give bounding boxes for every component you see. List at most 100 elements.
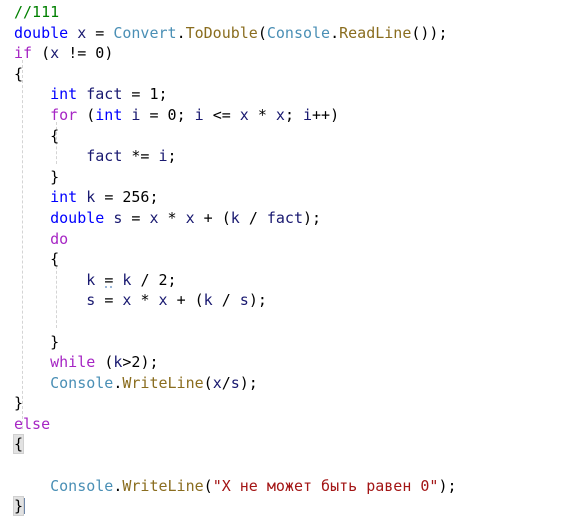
operator-mult-assign: *= [131,147,150,166]
operator-mult: * [257,105,267,124]
code-line[interactable]: for (int i = 0; i <= x * x; i++) [0,105,563,126]
open-paren: ( [194,291,204,310]
code-line[interactable]: do [0,229,563,250]
parens: ()); [411,23,448,42]
dot: . [330,23,340,42]
code-line[interactable]: int k = 256; [0,187,563,208]
open-brace-highlighted: { [12,434,25,455]
code-line[interactable]: int fact = 1; [0,84,563,105]
code-editor[interactable]: //111 double x = Convert.ToDouble(Consol… [0,0,563,517]
code-line[interactable]: Console.WriteLine(x/s); [0,373,563,394]
identifier-fact: fact [86,85,123,104]
identifier-x: x [50,44,60,63]
operator-plus: + [176,291,186,310]
operator-assign-with-hint[interactable]: = [104,271,113,289]
operator-plus: + [203,208,213,227]
code-line[interactable]: { [0,64,563,85]
code-line[interactable]: } [0,332,563,353]
code-line[interactable]: } [0,496,563,517]
operator-not-equal: != [68,44,87,63]
code-line[interactable]: { [0,249,563,270]
number-256: 256 [122,188,150,207]
close-paren: ) [330,105,340,124]
code-line[interactable]: } [0,393,563,414]
code-line[interactable]: if (x != 0) [0,43,563,64]
open-paren: ( [257,23,267,42]
semicolon: ; [167,270,177,289]
code-line[interactable]: } [0,167,563,188]
code-line[interactable]: while (k>2); [0,352,563,373]
keyword-else: else [14,414,51,433]
code-line[interactable]: { [0,126,563,147]
code-line-empty[interactable] [0,311,563,332]
keyword-do: do [50,229,69,248]
keyword-while: while [50,353,96,372]
identifier-i: i [303,105,313,124]
semicolon: ; [149,188,159,207]
identifier-x: x [275,105,285,124]
code-line[interactable]: s = x * x + (k / s); [0,290,563,311]
code-line[interactable]: else [0,414,563,435]
identifier-x: x [185,208,195,227]
keyword-double: double [50,208,105,227]
code-line[interactable]: //111 [0,2,563,23]
close-paren-semicolon: ); [438,476,457,495]
class-convert: Convert [113,23,177,42]
identifier-k: k [230,208,240,227]
open-paren: ( [221,208,231,227]
keyword-for: for [50,105,78,124]
keyword-int: int [50,85,78,104]
code-line[interactable]: fact *= i; [0,146,563,167]
code-line[interactable]: double s = x * x + (k / fact); [0,208,563,229]
identifier-s: s [239,291,249,310]
identifier-x: x [77,23,87,42]
code-content[interactable]: //111 double x = Convert.ToDouble(Consol… [0,2,563,517]
class-console: Console [266,23,331,42]
close-paren: ) [104,44,114,63]
open-paren: ( [203,476,213,495]
identifier-x: x [239,105,249,124]
identifier-fact: fact [266,208,303,227]
close-paren-semicolon: ); [248,291,267,310]
identifier-i: i [158,147,168,166]
method-todouble: ToDouble [185,23,258,42]
code-line[interactable]: { [0,434,563,455]
identifier-x: x [149,208,159,227]
class-console: Console [50,476,114,495]
code-line[interactable]: Console.WriteLine("X не может быть равен… [0,476,563,497]
close-paren-semicolon: ); [140,353,159,372]
operator-assign: = [95,23,105,42]
number-2: 2 [158,270,168,289]
number-0: 0 [167,105,177,124]
semicolon: ; [158,85,168,104]
code-line[interactable]: double x = Convert.ToDouble(Console.Read… [0,23,563,44]
code-line-empty[interactable] [0,455,563,476]
code-line[interactable]: k = k / 2; [0,270,563,291]
